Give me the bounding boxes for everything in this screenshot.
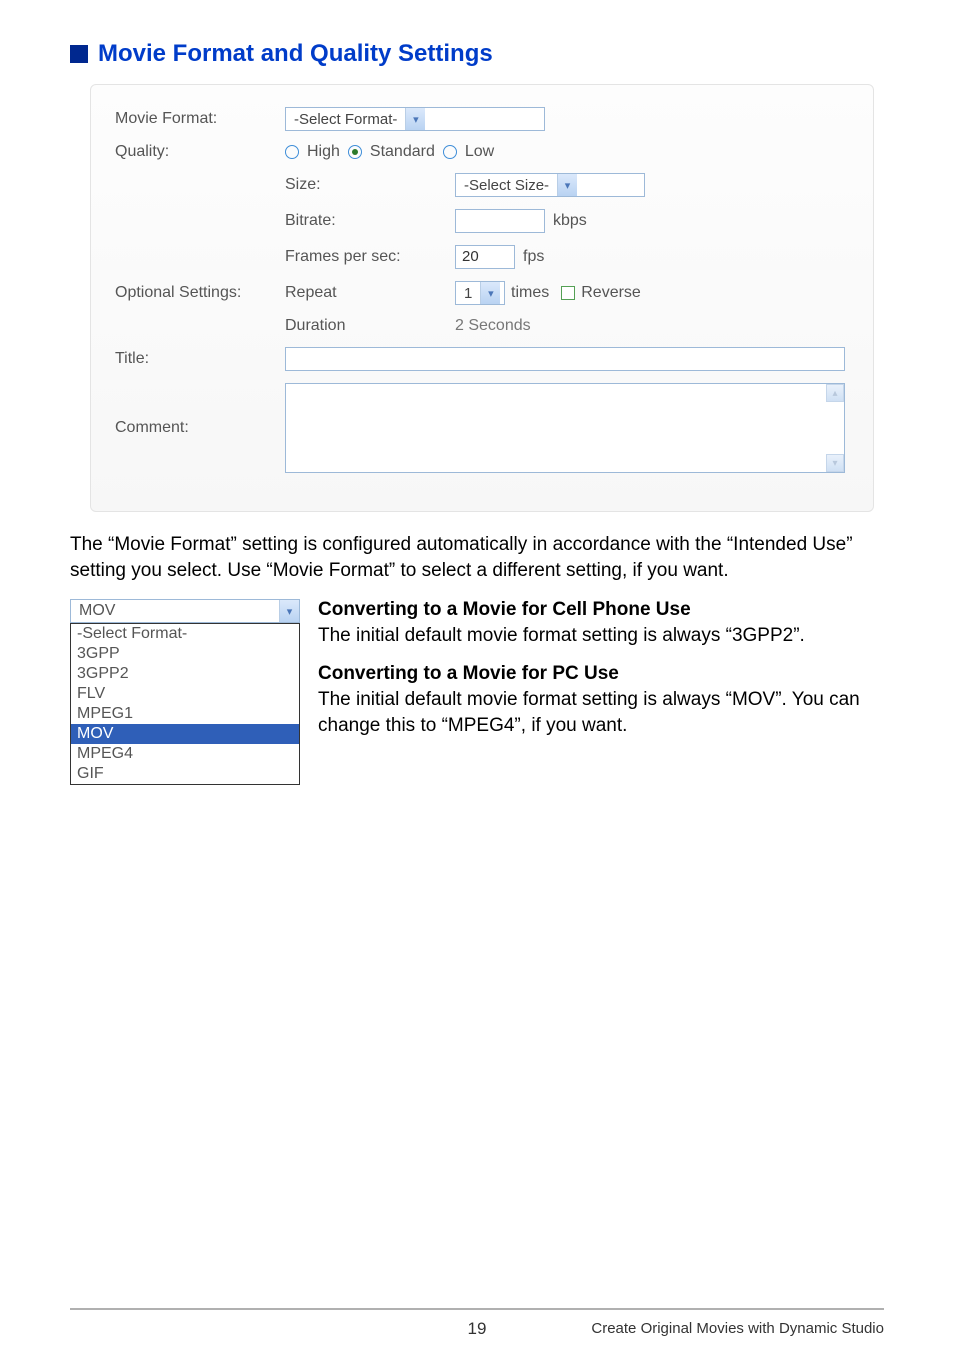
- cell-phone-heading: Converting to a Movie for Cell Phone Use: [318, 599, 884, 621]
- size-value: -Select Size-: [456, 177, 557, 194]
- movie-format-label: Movie Format:: [115, 110, 285, 128]
- format-dropdown-open[interactable]: -Select Format- 3GPP 3GPP2 FLV MPEG1 MOV…: [70, 623, 300, 785]
- format-dropdown-value: MOV: [71, 602, 279, 620]
- duration-label: Duration: [285, 317, 455, 335]
- times-label: times: [511, 284, 549, 302]
- quality-high-label: High: [307, 143, 340, 161]
- quality-label: Quality:: [115, 143, 285, 161]
- repeat-select[interactable]: 1 ▾: [455, 281, 505, 305]
- size-select[interactable]: -Select Size- ▾: [455, 173, 645, 197]
- format-dropdown-closed[interactable]: MOV ▾: [70, 599, 300, 623]
- format-option[interactable]: 3GPP: [71, 644, 299, 664]
- reverse-label: Reverse: [581, 284, 641, 302]
- paragraph-intro: The “Movie Format” setting is configured…: [70, 532, 884, 583]
- footer-title: Create Original Movies with Dynamic Stud…: [591, 1320, 884, 1337]
- title-label: Title:: [115, 350, 285, 368]
- format-option[interactable]: -Select Format-: [71, 624, 299, 644]
- cell-phone-body: The initial default movie format setting…: [318, 623, 884, 649]
- fps-label: Frames per sec:: [285, 248, 455, 266]
- fps-unit: fps: [523, 248, 544, 266]
- movie-format-select[interactable]: -Select Format- ▾: [285, 107, 545, 131]
- chevron-down-icon: ▾: [279, 600, 299, 622]
- page-footer: 19 Create Original Movies with Dynamic S…: [70, 1308, 884, 1337]
- section-title: Movie Format and Quality Settings: [98, 40, 493, 68]
- section-heading: Movie Format and Quality Settings: [70, 40, 884, 68]
- chevron-down-icon: ▾: [405, 108, 425, 130]
- optional-settings-label: Optional Settings:: [115, 284, 285, 302]
- repeat-value: 1: [456, 285, 480, 302]
- format-option[interactable]: GIF: [71, 764, 299, 784]
- chevron-down-icon: ▾: [480, 282, 500, 304]
- bitrate-unit: kbps: [553, 212, 587, 230]
- chevron-down-icon: ▾: [557, 174, 577, 196]
- page-number: 19: [468, 1319, 487, 1339]
- format-option[interactable]: 3GPP2: [71, 664, 299, 684]
- bitrate-label: Bitrate:: [285, 212, 455, 230]
- duration-value: 2 Seconds: [455, 317, 531, 335]
- scroll-down-icon[interactable]: ▾: [826, 454, 844, 472]
- quality-standard-label: Standard: [370, 143, 435, 161]
- bullet-square-icon: [70, 45, 88, 63]
- format-option[interactable]: MPEG1: [71, 704, 299, 724]
- bitrate-input[interactable]: [455, 209, 545, 233]
- scroll-up-icon[interactable]: ▴: [826, 384, 844, 402]
- movie-format-value: -Select Format-: [286, 111, 405, 128]
- format-option[interactable]: FLV: [71, 684, 299, 704]
- fps-input[interactable]: 20: [455, 245, 515, 269]
- format-option[interactable]: MPEG4: [71, 744, 299, 764]
- repeat-label: Repeat: [285, 284, 455, 302]
- title-input[interactable]: [285, 347, 845, 371]
- quality-radio-group: High Standard Low: [285, 143, 494, 161]
- comment-label: Comment:: [115, 419, 285, 437]
- pc-body: The initial default movie format setting…: [318, 687, 884, 738]
- quality-low-radio[interactable]: [443, 145, 457, 159]
- reverse-checkbox[interactable]: [561, 286, 575, 300]
- quality-standard-radio[interactable]: [348, 145, 362, 159]
- format-option-selected[interactable]: MOV: [71, 724, 299, 744]
- settings-panel: Movie Format: -Select Format- ▾ Quality:…: [90, 84, 874, 512]
- format-dropdown-illustration: MOV ▾ -Select Format- 3GPP 3GPP2 FLV MPE…: [70, 599, 300, 785]
- size-label: Size:: [285, 176, 455, 194]
- pc-heading: Converting to a Movie for PC Use: [318, 663, 884, 685]
- quality-high-radio[interactable]: [285, 145, 299, 159]
- comment-textarea[interactable]: ▴ ▾: [285, 383, 845, 473]
- quality-low-label: Low: [465, 143, 494, 161]
